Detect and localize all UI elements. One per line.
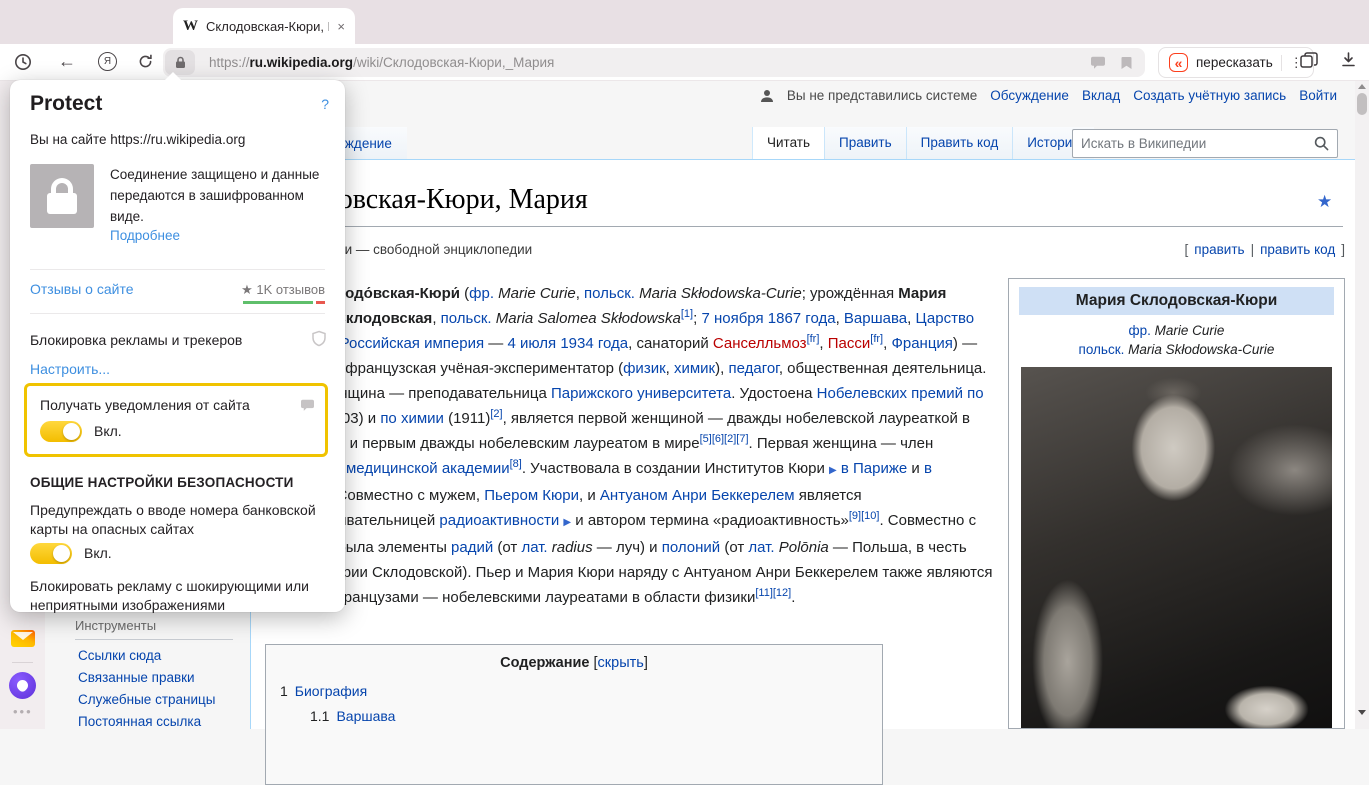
lead-paragraph: Мари́я Склодо́вская-Кюри́ (фр. Marie Cur… [265, 281, 993, 610]
infobox-french-name: Marie Curie [1155, 323, 1225, 338]
mail-icon[interactable] [11, 630, 35, 647]
sidebar-item-permanent-link[interactable]: Постоянная ссылка [78, 714, 201, 729]
lock-icon [175, 56, 186, 69]
alice-assistant-icon[interactable] [9, 672, 36, 699]
personal-bar: Вы не представились системе Обсуждение В… [760, 88, 1337, 103]
bank-card-toggle[interactable] [30, 543, 72, 564]
configure-link[interactable]: Настроить... [30, 361, 110, 377]
general-security-header: ОБЩИЕ НАСТРОЙКИ БЕЗОПАСНОСТИ [30, 475, 294, 490]
address-bar[interactable]: https://ru.wikipedia.org/wiki/Склодовска… [163, 48, 1145, 77]
tab-edit[interactable]: Править [824, 127, 906, 159]
article-meta-line: Из Википедии — свободной энциклопедии [ … [265, 242, 1345, 257]
star-icon: ★ [241, 282, 253, 297]
connection-status-text: Соединение защищено и данные передаются … [110, 164, 330, 227]
protect-popup: Protect ? Вы на сайте https://ru.wikiped… [10, 80, 345, 612]
portrait-photo [1021, 367, 1332, 729]
personal-login-link[interactable]: Войти [1299, 88, 1337, 103]
rating-bar [243, 301, 325, 304]
polish-language-link[interactable]: польск. [1079, 342, 1125, 357]
shield-icon [311, 330, 327, 347]
edit-source-link[interactable]: править код [1260, 242, 1335, 257]
help-link[interactable]: ? [321, 96, 329, 112]
sidebar-item-special-pages[interactable]: Служебные страницы [78, 692, 215, 707]
bank-card-toggle-state: Вкл. [84, 545, 112, 561]
table-of-contents: Содержание [скрыть] 1Биография 1.1Варшав… [265, 644, 883, 785]
notifications-toggle[interactable] [40, 421, 82, 442]
french-language-link[interactable]: фр. [1129, 323, 1151, 338]
notification-bubble-icon [300, 399, 315, 412]
dock-divider [12, 662, 33, 663]
page-title: Склодовская-Кюри, Мария [265, 184, 1343, 227]
wiki-search-box [1072, 129, 1338, 158]
rating-bar-positive [243, 301, 313, 304]
lock-icon [51, 178, 73, 194]
retell-divider [1281, 55, 1282, 71]
scrollbar-thumb[interactable] [1357, 93, 1367, 115]
personal-talk-link[interactable]: Обсуждение [990, 88, 1069, 103]
reviews-rating: ★ 1K отзывов [241, 282, 325, 298]
notifications-label: Получать уведомления от сайта [40, 397, 250, 413]
personal-create-account-link[interactable]: Создать учётную запись [1133, 88, 1286, 103]
retell-button[interactable]: « пересказать ⋮ [1158, 47, 1314, 78]
scrollbar-up-arrow[interactable] [1358, 84, 1366, 89]
edit-link[interactable]: править [1194, 242, 1244, 257]
toc-item[interactable]: 1.1Варшава [310, 708, 868, 724]
person-infobox: Мария Склодовская-Кюри фр. Marie Curie п… [1008, 278, 1345, 729]
sidebar-tools-header: Инструменты [75, 618, 233, 640]
active-tab[interactable]: W Склодовская-Кюри, Ма × [173, 8, 355, 44]
current-site-text: Вы на сайте https://ru.wikipedia.org [30, 132, 245, 147]
secure-lock-tile [30, 164, 94, 228]
divider [30, 313, 325, 314]
toc-header: Содержание [500, 655, 589, 671]
personal-contributions-link[interactable]: Вклад [1082, 88, 1120, 103]
protect-title: Protect [30, 92, 102, 116]
toc-item[interactable]: 1Биография [280, 683, 868, 699]
refresh-icon[interactable] [137, 53, 154, 70]
shocking-ads-label: Блокировать рекламу с шокирующими или не… [30, 577, 332, 615]
notifications-toggle-state: Вкл. [94, 423, 122, 439]
page-view-tabs: Читать Править Править код История [752, 127, 1094, 159]
url-text[interactable]: https://ru.wikipedia.org/wiki/Склодовска… [209, 55, 1076, 70]
wikipedia-favicon: W [183, 18, 198, 35]
comments-icon[interactable] [1090, 56, 1106, 70]
watchlist-star-icon[interactable]: ★ [1317, 192, 1332, 212]
tab-close-icon[interactable]: × [337, 19, 345, 34]
scrollbar-down-arrow[interactable] [1358, 710, 1366, 715]
tab-title: Склодовская-Кюри, Ма [206, 19, 329, 34]
bookmark-icon[interactable] [1120, 56, 1133, 70]
not-logged-in-text: Вы не представились системе [787, 88, 977, 103]
person-icon [760, 89, 774, 103]
retell-quote-icon: « [1169, 53, 1188, 72]
infobox-polish-name: Maria Skłodowska-Curie [1128, 342, 1274, 357]
details-link[interactable]: Подробнее [110, 228, 180, 243]
scrollbar-track[interactable] [1355, 81, 1369, 729]
collections-icon[interactable] [1300, 52, 1318, 68]
wiki-search-input[interactable] [1081, 136, 1314, 151]
yandex-home-icon[interactable]: Я [98, 52, 117, 71]
site-reviews-link[interactable]: Отзывы о сайте [30, 281, 134, 297]
adblock-label: Блокировка рекламы и трекеров [30, 332, 242, 348]
bank-card-warning-label: Предупреждать о вводе номера банковской … [30, 501, 330, 539]
divider [30, 269, 325, 270]
toc-hide-link[interactable]: скрыть [598, 655, 644, 671]
infobox-title: Мария Склодовская-Кюри [1019, 287, 1334, 315]
search-icon[interactable] [1314, 136, 1329, 151]
dock-more-icon[interactable]: ••• [13, 704, 33, 719]
sidebar-item-whatlinkshere[interactable]: Ссылки сюда [78, 648, 161, 663]
tab-read[interactable]: Читать [752, 127, 824, 159]
download-icon[interactable] [1340, 51, 1357, 68]
notifications-highlight-box [24, 383, 328, 457]
back-icon[interactable]: ← [58, 51, 76, 72]
history-clock-icon[interactable] [14, 53, 32, 71]
section-edit-links: [ править | править код ] [1185, 242, 1345, 257]
sidebar-item-related-changes[interactable]: Связанные правки [78, 670, 195, 685]
rating-bar-negative [316, 301, 325, 304]
tab-edit-source[interactable]: Править код [906, 127, 1013, 159]
